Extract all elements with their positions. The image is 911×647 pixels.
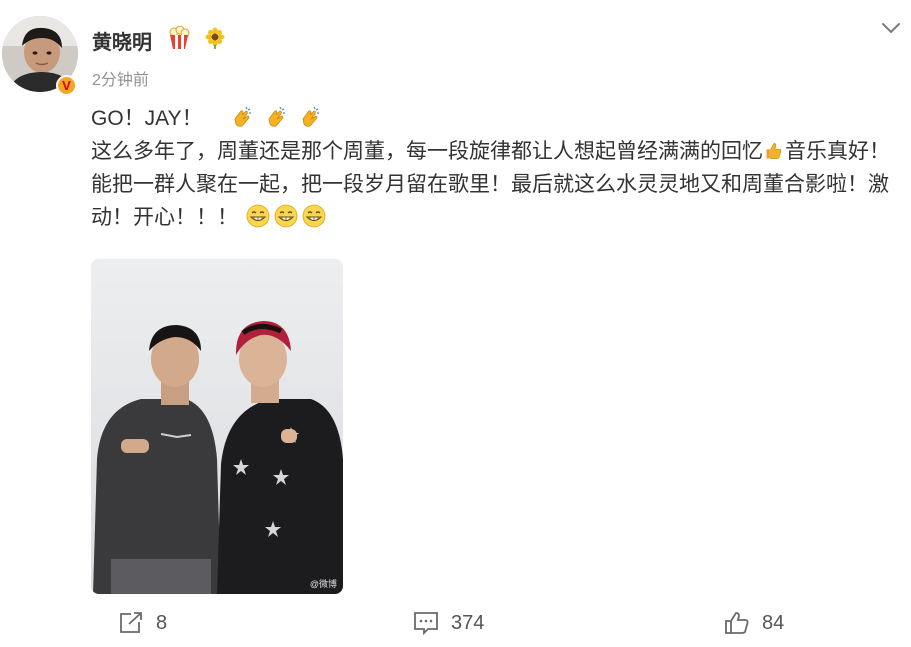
comment-icon	[414, 612, 438, 635]
grin-emoji	[302, 204, 326, 228]
verified-v-icon: V	[56, 75, 77, 96]
post-photo[interactable]: @微博	[91, 259, 343, 594]
post-text-line2a: 这么多年了，周董还是那个周董，每一段旋律都让人想起曾经满满的回忆	[91, 140, 763, 163]
chevron-down-icon	[882, 23, 900, 34]
more-options-button[interactable]	[879, 18, 903, 38]
comment-count: 374	[451, 611, 485, 634]
avatar[interactable]: V	[2, 16, 78, 96]
thumbs-up-emoji	[766, 143, 782, 159]
post-timestamp[interactable]: 2分钟前	[92, 66, 149, 90]
username[interactable]: 黄晓明	[92, 26, 152, 55]
repost-button[interactable]: 8	[118, 611, 167, 635]
grin-emoji	[246, 204, 270, 228]
grin-emoji	[274, 204, 298, 228]
photo-watermark: @微博	[309, 579, 337, 589]
repost-icon	[120, 612, 142, 633]
like-button[interactable]: 84	[724, 611, 784, 635]
clap-emoji	[302, 106, 319, 127]
clap-emoji	[234, 106, 252, 127]
post-text: GO！JAY！ 这么多年了，周董还是那个周董，每一段旋律都让人想起曾经满满的回忆…	[91, 102, 906, 234]
repost-count: 8	[156, 611, 168, 634]
post-text-line1: GO！JAY！	[91, 107, 203, 130]
popcorn-badge-icon[interactable]	[166, 25, 192, 50]
sunflower-badge-icon[interactable]	[204, 27, 226, 49]
comment-button[interactable]: 374	[413, 611, 484, 635]
thumbs-up-icon	[725, 612, 749, 634]
clap-emoji	[268, 106, 286, 127]
like-count: 84	[762, 611, 785, 634]
